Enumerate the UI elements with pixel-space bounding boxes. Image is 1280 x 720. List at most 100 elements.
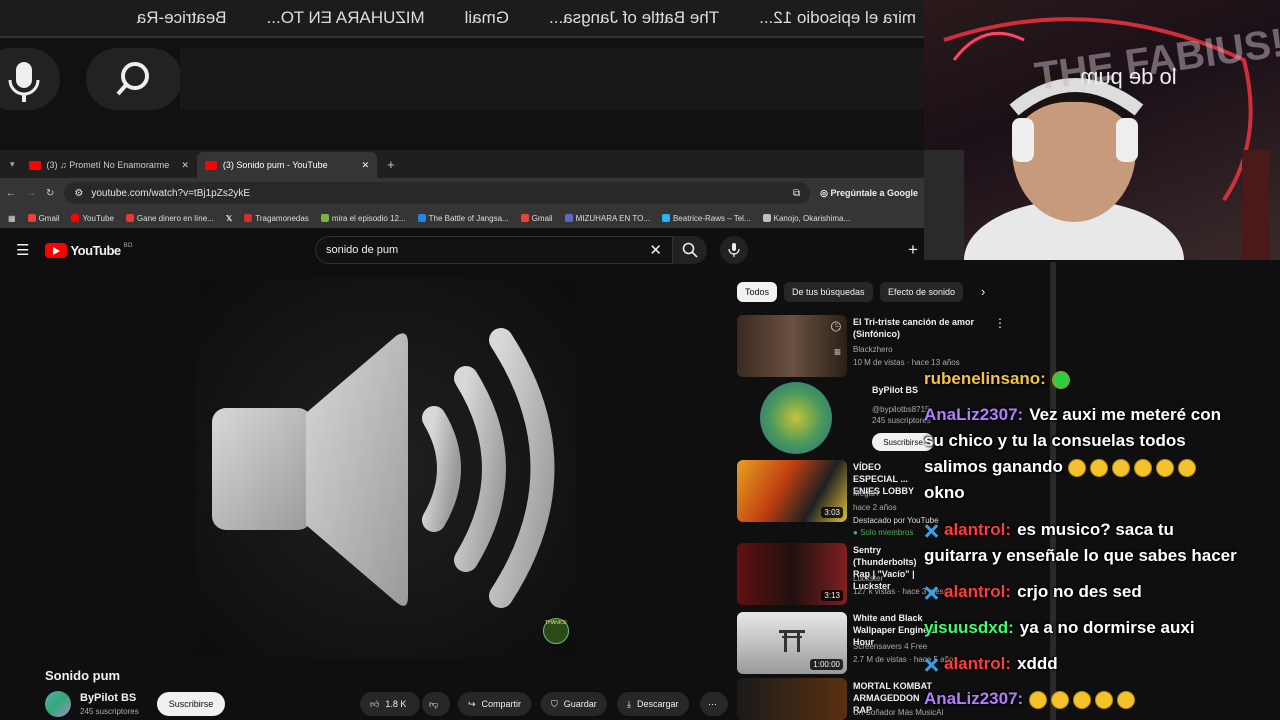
laughing-emoji-icon xyxy=(1029,690,1048,709)
bookmark[interactable]: Tragamonedas xyxy=(244,214,309,223)
reload-icon[interactable]: ↻ xyxy=(46,188,54,199)
mirrored-bookmark: mira el episodio 12... xyxy=(759,8,916,27)
tab-search-icon[interactable]: ▾ xyxy=(4,159,21,178)
video-title[interactable]: Sentry (Thunderbolts) Rap | "Vacío" | Lu… xyxy=(853,544,923,592)
youtube-logo[interactable]: YouTube BO xyxy=(45,242,132,258)
ask-google-button[interactable]: ◎ Pregúntale a Google xyxy=(820,188,918,199)
youtube-play-icon xyxy=(45,242,68,258)
bookmark[interactable]: 𝕏 xyxy=(226,214,232,223)
chat-username: AnaLiz2307: xyxy=(924,405,1024,424)
chat-message-line: salimos ganando xyxy=(924,457,1200,477)
video-thumbnail[interactable]: 1:00:00 xyxy=(737,612,847,674)
gmail-icon xyxy=(27,214,36,222)
back-icon[interactable]: ← xyxy=(6,188,16,199)
bookmark[interactable]: YouTube xyxy=(71,213,114,223)
scrollbar[interactable] xyxy=(1050,262,1056,720)
chevron-right-icon[interactable]: › xyxy=(981,284,985,299)
dislike-icon: 👎︎ xyxy=(429,698,439,709)
video-thumbnail[interactable]: 3:13 xyxy=(737,543,847,605)
search-button[interactable] xyxy=(673,236,707,264)
video-meta: 10 M de vistas · hace 13 años xyxy=(853,358,960,367)
bookmark[interactable]: Gmail xyxy=(520,213,553,223)
mirrored-bookmarks-bar: mira el episodio 12... The Battle of Jan… xyxy=(0,0,924,36)
address-bar[interactable]: ⚙ youtube.com/watch?v=tBj1pZs2ykE ⧉ xyxy=(64,182,811,204)
more-actions-button[interactable]: ⋯ xyxy=(700,692,728,716)
new-tab-icon[interactable]: + xyxy=(377,157,405,178)
bookmark[interactable]: The Battle of Jangsa... xyxy=(417,213,509,223)
chat-text: guitarra y enseñale lo que sabes hacer xyxy=(924,546,1237,565)
youtube-icon xyxy=(71,214,80,222)
close-icon[interactable]: ✕ xyxy=(181,160,189,171)
dislike-button[interactable]: 👎︎ xyxy=(422,692,450,716)
youtube-favicon xyxy=(28,160,41,170)
chat-message-line: guitarra y enseñale lo que sabes hacer xyxy=(924,546,1237,566)
mirrored-bookmark: The Battle of Jangsa... xyxy=(549,8,720,27)
video-channel[interactable]: Blackzhero xyxy=(853,344,893,355)
bookmark-label: Gmail xyxy=(531,213,553,223)
video-meta: hace 2 años xyxy=(853,503,897,512)
channel-name[interactable]: ByPilot BS xyxy=(80,692,136,704)
chat-message: AnaLiz2307: Vez auxi me meteré con xyxy=(924,405,1221,425)
mirrored-bookmark: Gmail xyxy=(464,8,510,27)
chip-todos[interactable]: Todos xyxy=(737,282,778,302)
video-thumbnail[interactable]: 🕒︎ ≡ xyxy=(737,315,847,377)
gmail-icon xyxy=(520,214,529,222)
video-duration: 3:13 xyxy=(821,590,843,601)
subscribe-button[interactable]: Suscribirse xyxy=(157,692,225,716)
bookmark-icon xyxy=(417,214,426,222)
install-icon[interactable]: ⧉ xyxy=(793,188,800,199)
video-channel[interactable]: Luckster xyxy=(853,573,883,584)
watermark-text: THANKS! xyxy=(545,620,567,626)
video-player[interactable] xyxy=(196,278,576,658)
youtube-logo-text: YouTube xyxy=(70,242,121,258)
watch-later-icon[interactable]: 🕒︎ xyxy=(831,319,841,335)
close-icon[interactable]: ✕ xyxy=(362,160,370,171)
emote-icon xyxy=(1051,370,1070,389)
bookmark[interactable]: mira el episodio 12... xyxy=(320,214,406,223)
chat-message: alantrol: xddd xyxy=(924,654,1058,674)
add-to-queue-icon[interactable]: ≡ xyxy=(834,345,841,359)
forward-icon[interactable]: → xyxy=(26,188,36,199)
channel-avatar[interactable] xyxy=(760,382,832,454)
bookmark[interactable]: Gmail xyxy=(27,214,59,223)
video-channel[interactable]: MegaR xyxy=(853,488,879,499)
bookmark[interactable]: MIZUHARA EN TO... xyxy=(564,214,650,223)
browser-tab[interactable]: (3) ♫ Prometí No Enamorarme ✕ xyxy=(21,152,197,178)
bookmark[interactable]: Beatrice-Raws – Tel... xyxy=(661,214,751,223)
bookmark-label: YouTube xyxy=(82,213,114,223)
apps-icon[interactable]: ▦ xyxy=(8,214,16,223)
video-thumbnail[interactable]: 3:03 xyxy=(737,460,847,522)
chat-text: okno xyxy=(924,483,965,502)
download-button[interactable]: ⤓ Descargar xyxy=(617,692,689,716)
save-button[interactable]: ⛉ Guardar xyxy=(541,692,607,716)
chat-message-line: okno xyxy=(924,483,965,503)
browser-tab-active[interactable]: (3) Sonido pum - YouTube ✕ xyxy=(196,152,378,178)
voice-search-button[interactable] xyxy=(720,236,748,264)
menu-icon[interactable]: ☰ xyxy=(16,241,29,259)
video-channel[interactable]: Screensavers 4 Free xyxy=(853,641,927,652)
channel-watermark[interactable]: THANKS! xyxy=(543,618,569,644)
chat-text: crjo no des sed xyxy=(1017,582,1142,601)
site-info-icon[interactable]: ⚙ xyxy=(74,188,83,199)
share-button[interactable]: ↪ Compartir xyxy=(458,692,532,716)
more-icon: ⋯ xyxy=(708,698,717,709)
chat-username: alantrol: xyxy=(944,582,1012,601)
bookmark-label: The Battle of Jangsa... xyxy=(428,213,509,223)
video-thumbnail[interactable] xyxy=(737,678,847,720)
like-button[interactable]: 👍︎ 1.8 K xyxy=(360,692,420,716)
search-input[interactable]: sonido de pum ✕ xyxy=(315,236,673,264)
channel-avatar[interactable] xyxy=(45,691,71,717)
clear-search-icon[interactable]: ✕ xyxy=(649,241,662,259)
more-vert-icon[interactable]: ⋮ xyxy=(994,316,1006,330)
bookmark[interactable]: Gane dinero en líne... xyxy=(125,214,214,223)
bookmark-label: Kanojo, Okarishima... xyxy=(773,213,851,223)
chat-username: rubenelinsano: xyxy=(924,369,1046,388)
video-title[interactable]: El Tri-triste canción de amor (Sinfónico… xyxy=(853,316,983,340)
members-only-badge: ● Solo miembros xyxy=(853,528,914,537)
chip-efecto-de-sonido[interactable]: Efecto de sonido xyxy=(880,282,964,302)
laughing-emoji-icon xyxy=(1133,458,1152,477)
mic-icon xyxy=(8,62,40,102)
bookmark[interactable]: Kanojo, Okarishima... xyxy=(762,213,851,223)
create-icon[interactable]: + xyxy=(908,240,918,260)
chip-de-tus-busquedas[interactable]: De tus búsquedas xyxy=(784,282,873,302)
